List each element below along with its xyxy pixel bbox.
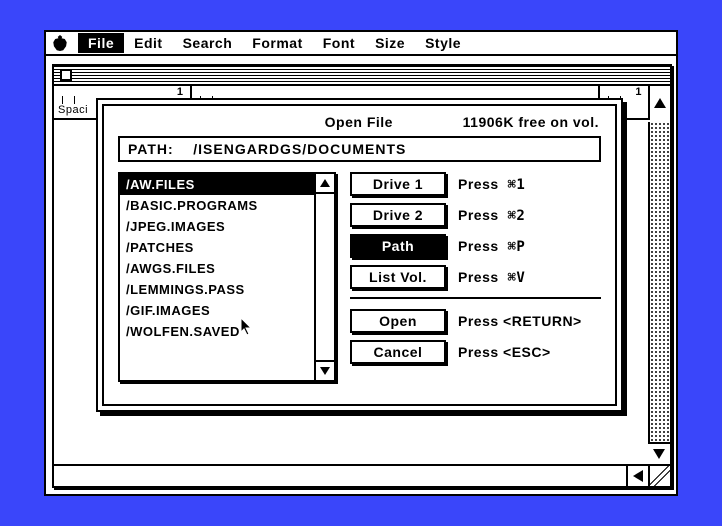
path-hint: Press ⌘P xyxy=(458,238,525,255)
file-item[interactable]: /AWGS.FILES xyxy=(120,258,314,279)
path-field[interactable]: PATH: /ISENGARDGS/DOCUMENTS xyxy=(118,136,601,162)
menubar: File Edit Search Format Font Size Style xyxy=(46,32,676,56)
window-titlebar[interactable] xyxy=(54,66,670,86)
file-list[interactable]: /AW.FILES/BASIC.PROGRAMS/JPEG.IMAGES/PAT… xyxy=(120,174,314,380)
drive2-button[interactable]: Drive 2 xyxy=(350,203,446,227)
scroll-down-button[interactable] xyxy=(648,442,670,464)
scroll-up-button[interactable] xyxy=(648,86,670,120)
dialog-actions: Drive 1 Press ⌘1 Drive 2 Press ⌘2 Path P… xyxy=(350,172,601,382)
file-item[interactable]: /PATCHES xyxy=(120,237,314,258)
drive1-hint: Press ⌘1 xyxy=(458,176,525,193)
menu-format[interactable]: Format xyxy=(242,33,312,53)
free-space-label: 11906K free on vol. xyxy=(463,114,599,130)
path-label: PATH: xyxy=(128,141,174,157)
listvol-hint: Press ⌘V xyxy=(458,269,525,286)
menu-style[interactable]: Style xyxy=(415,33,471,53)
drive1-button[interactable]: Drive 1 xyxy=(350,172,446,196)
ruler-label-left: Spaci xyxy=(58,104,88,116)
cancel-button[interactable]: Cancel xyxy=(350,340,446,364)
file-list-box: /AW.FILES/BASIC.PROGRAMS/JPEG.IMAGES/PAT… xyxy=(118,172,336,382)
list-scroll-down-icon[interactable] xyxy=(316,360,334,380)
file-item[interactable]: /WOLFEN.SAVED xyxy=(120,321,314,342)
file-item[interactable]: /JPEG.IMAGES xyxy=(120,216,314,237)
list-scroll-up-icon[interactable] xyxy=(316,174,334,194)
path-value: /ISENGARDGS/DOCUMENTS xyxy=(193,141,406,157)
apple-menu-icon[interactable] xyxy=(52,35,68,51)
path-button[interactable]: Path xyxy=(350,234,446,258)
menu-font[interactable]: Font xyxy=(313,33,365,53)
file-item[interactable]: /BASIC.PROGRAMS xyxy=(120,195,314,216)
ruler-number-right: 1 xyxy=(635,86,642,98)
open-file-dialog: Open File 11906K free on vol. PATH: /ISE… xyxy=(96,98,623,412)
menu-edit[interactable]: Edit xyxy=(124,33,172,53)
drive2-hint: Press ⌘2 xyxy=(458,207,525,224)
file-item[interactable]: /LEMMINGS.PASS xyxy=(120,279,314,300)
scroll-left-button[interactable] xyxy=(626,466,648,486)
open-button[interactable]: Open xyxy=(350,309,446,333)
open-hint: Press <RETURN> xyxy=(458,313,582,329)
dialog-title: Open File xyxy=(120,114,463,130)
resize-handle[interactable] xyxy=(648,466,670,486)
file-item[interactable]: /GIF.IMAGES xyxy=(120,300,314,321)
listvol-button[interactable]: List Vol. xyxy=(350,265,446,289)
file-item[interactable]: /AW.FILES xyxy=(120,174,314,195)
menu-size[interactable]: Size xyxy=(365,33,415,53)
menu-search[interactable]: Search xyxy=(173,33,243,53)
file-list-scrollbar[interactable] xyxy=(314,174,334,380)
ruler-number-left: 1 xyxy=(177,86,184,98)
vertical-scrollbar[interactable] xyxy=(648,122,670,464)
desktop: File Edit Search Format Font Size Style … xyxy=(44,30,678,496)
cancel-hint: Press <ESC> xyxy=(458,344,551,360)
close-box[interactable] xyxy=(60,69,72,81)
menu-file[interactable]: File xyxy=(78,33,124,53)
